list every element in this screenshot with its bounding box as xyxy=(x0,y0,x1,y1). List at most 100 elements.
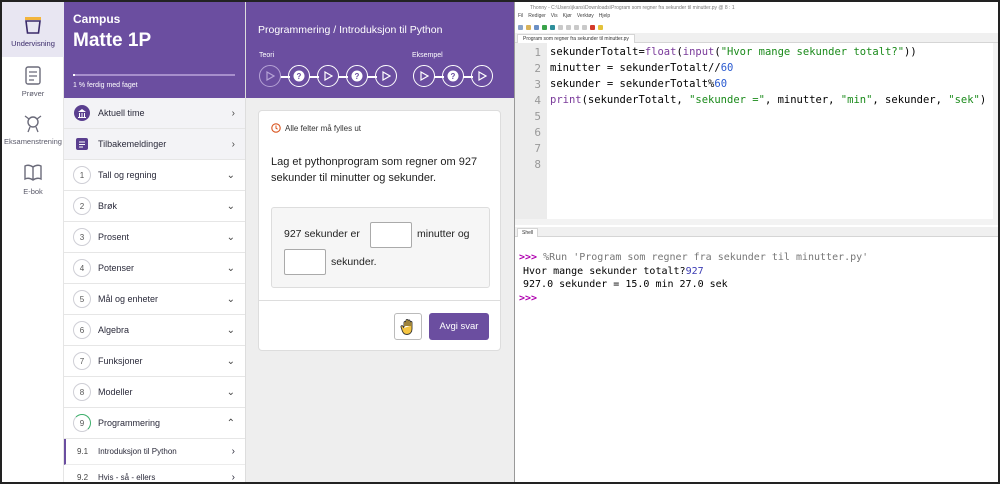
svg-text:?: ? xyxy=(297,72,302,81)
open-file-icon[interactable] xyxy=(526,25,531,30)
step-teori-5[interactable] xyxy=(375,65,397,87)
menu-hjelp[interactable]: Hjelp xyxy=(599,13,610,22)
resume-icon[interactable] xyxy=(582,25,587,30)
step-into-icon[interactable] xyxy=(566,25,571,30)
sidebar-chapter-6[interactable]: 6 Algebra ⌄ xyxy=(64,315,245,346)
shell-prompt-line[interactable]: >>> xyxy=(519,293,537,304)
editor-vertical-scrollbar[interactable] xyxy=(993,43,998,219)
rail-label: E-bok xyxy=(23,187,43,196)
card-divider xyxy=(259,300,500,301)
debug-icon[interactable] xyxy=(550,25,555,30)
chapter-number: 5 xyxy=(73,290,91,308)
sidebar-chapter-7[interactable]: 7 Funksjoner ⌄ xyxy=(64,346,245,377)
chevron-down-icon: ⌄ xyxy=(226,324,235,336)
requirement-note: Alle felter må fylles ut xyxy=(271,123,361,133)
menu-fil[interactable]: Fil xyxy=(518,13,523,22)
help-hand-button[interactable] xyxy=(394,313,422,340)
step-teori-3[interactable] xyxy=(317,65,339,87)
sidebar-chapter-4[interactable]: 4 Potenser ⌄ xyxy=(64,253,245,284)
line-number: 7 xyxy=(534,142,541,155)
step-eksempel-3[interactable] xyxy=(471,65,493,87)
code-token: ) xyxy=(979,94,987,106)
editor-horizontal-scrollbar[interactable] xyxy=(515,219,998,225)
rail-eksamenstrening[interactable]: Eksamenstrening xyxy=(2,112,64,152)
chevron-down-icon: ⌄ xyxy=(226,386,235,398)
chevron-right-icon: › xyxy=(231,472,235,483)
submit-answer-button[interactable]: Avgi svar xyxy=(429,313,489,340)
sidebar-item-tilbakemeldinger[interactable]: Tilbakemeldinger › xyxy=(64,129,245,160)
stop-icon[interactable] xyxy=(590,25,595,30)
sidebar-item-label: Programmering xyxy=(98,418,161,428)
answer-area: 927 sekunder er minutter og sekunder. xyxy=(271,207,490,288)
rail-label: Eksamenstrening xyxy=(4,137,62,146)
code-editor[interactable]: 1 2 3 4 5 6 7 8 sekunderTotalt=float(inp… xyxy=(515,43,998,219)
minutes-input[interactable] xyxy=(370,222,412,248)
sidebar-item-aktuell-time[interactable]: Aktuell time › xyxy=(64,98,245,129)
course-title: Matte 1P xyxy=(73,30,152,51)
sidebar-subitem-9-2[interactable]: 9.2 Hvis - så - ellers › xyxy=(64,465,245,483)
chevron-down-icon: ⌄ xyxy=(226,231,235,243)
code-token: "Hvor mange sekunder totalt?" xyxy=(720,46,905,58)
rail-ebok[interactable]: E-bok xyxy=(2,162,64,202)
step-eksempel-2[interactable]: ? xyxy=(442,65,464,87)
shell-output-1: Hvor mange sekunder totalt?927 xyxy=(523,266,704,277)
shell-console[interactable]: >>> %Run 'Program som regner fra sekunde… xyxy=(515,237,998,482)
editor-tab-bar: Program som regner fra sekunder til minu… xyxy=(515,33,998,43)
run-icon[interactable] xyxy=(542,25,547,30)
code-token: "min" xyxy=(840,94,873,106)
line-number: 3 xyxy=(534,78,541,91)
chevron-down-icon: ⌄ xyxy=(226,355,235,367)
sidebar-chapter-3[interactable]: 3 Prosent ⌄ xyxy=(64,222,245,253)
sidebar-chapter-8[interactable]: 8 Modeller ⌄ xyxy=(64,377,245,408)
sidebar-chapter-1[interactable]: 1 Tall og regning ⌄ xyxy=(64,160,245,191)
code-line-4: print(sekunderTotalt, "sekunder =", minu… xyxy=(550,94,986,106)
sidebar-subitem-9-1[interactable]: 9.1 Introduksjon til Python › xyxy=(64,439,245,465)
chapter-number: 7 xyxy=(73,352,91,370)
code-token: , minutter, xyxy=(764,94,841,106)
menu-rediger[interactable]: Rediger xyxy=(528,13,546,22)
code-token: input xyxy=(682,46,715,58)
rail-undervisning[interactable]: Undervisning xyxy=(2,2,64,57)
sidebar-chapter-2[interactable]: 2 Brøk ⌄ xyxy=(64,191,245,222)
menu-bar: Fil Rediger Vis Kjør Verktøy Hjelp xyxy=(515,13,998,22)
rail-label: Prøver xyxy=(21,89,45,98)
menu-vis[interactable]: Vis xyxy=(551,13,558,22)
chevron-right-icon: › xyxy=(231,446,235,457)
flag-icon[interactable] xyxy=(598,25,603,30)
step-teori-2[interactable]: ? xyxy=(288,65,310,87)
menu-verktoy[interactable]: Verktøy xyxy=(577,13,594,22)
menu-kjor[interactable]: Kjør xyxy=(563,13,572,22)
step-teori-4[interactable]: ? xyxy=(346,65,368,87)
save-icon[interactable] xyxy=(534,25,539,30)
subitem-label: Hvis - så - ellers xyxy=(98,473,156,482)
step-teori-1[interactable] xyxy=(259,65,281,87)
code-token: "sek" xyxy=(948,94,980,106)
rail-prover[interactable]: Prøver xyxy=(2,64,64,104)
thonny-window: Thonny - C:\Users\jkans\Downloads\Progra… xyxy=(514,2,998,482)
code-token: 60 xyxy=(714,78,728,90)
sidebar-item-label: Funksjoner xyxy=(98,356,143,366)
shell-prompt: >>> xyxy=(519,252,538,263)
sidebar-chapter-5[interactable]: 5 Mål og enheter ⌄ xyxy=(64,284,245,315)
editor-tab[interactable]: Program som regner fra sekunder til minu… xyxy=(517,34,635,43)
line-number: 1 xyxy=(534,46,541,59)
line-number: 4 xyxy=(534,94,541,107)
line-number: 8 xyxy=(534,158,541,171)
shell-tab[interactable]: Shell xyxy=(517,228,539,237)
step-over-icon[interactable] xyxy=(558,25,563,30)
chevron-down-icon: ⌄ xyxy=(226,169,235,181)
medal-icon xyxy=(24,115,42,133)
sidebar-chapter-9[interactable]: 9 Programmering ⌃ xyxy=(64,408,245,439)
sidebar-item-label: Tall og regning xyxy=(98,170,157,180)
svg-text:?: ? xyxy=(355,72,360,81)
code-token: float xyxy=(644,46,677,58)
course-sidebar: Campus Matte 1P 1 % ferdig med faget Akt… xyxy=(64,2,246,483)
question-icon: ? xyxy=(351,70,363,82)
step-out-icon[interactable] xyxy=(574,25,579,30)
svg-text:?: ? xyxy=(451,72,456,81)
chapter-number: 4 xyxy=(73,259,91,277)
seconds-input[interactable] xyxy=(284,249,326,275)
step-eksempel-1[interactable] xyxy=(413,65,435,87)
new-file-icon[interactable] xyxy=(518,25,523,30)
question-icon: ? xyxy=(293,70,305,82)
